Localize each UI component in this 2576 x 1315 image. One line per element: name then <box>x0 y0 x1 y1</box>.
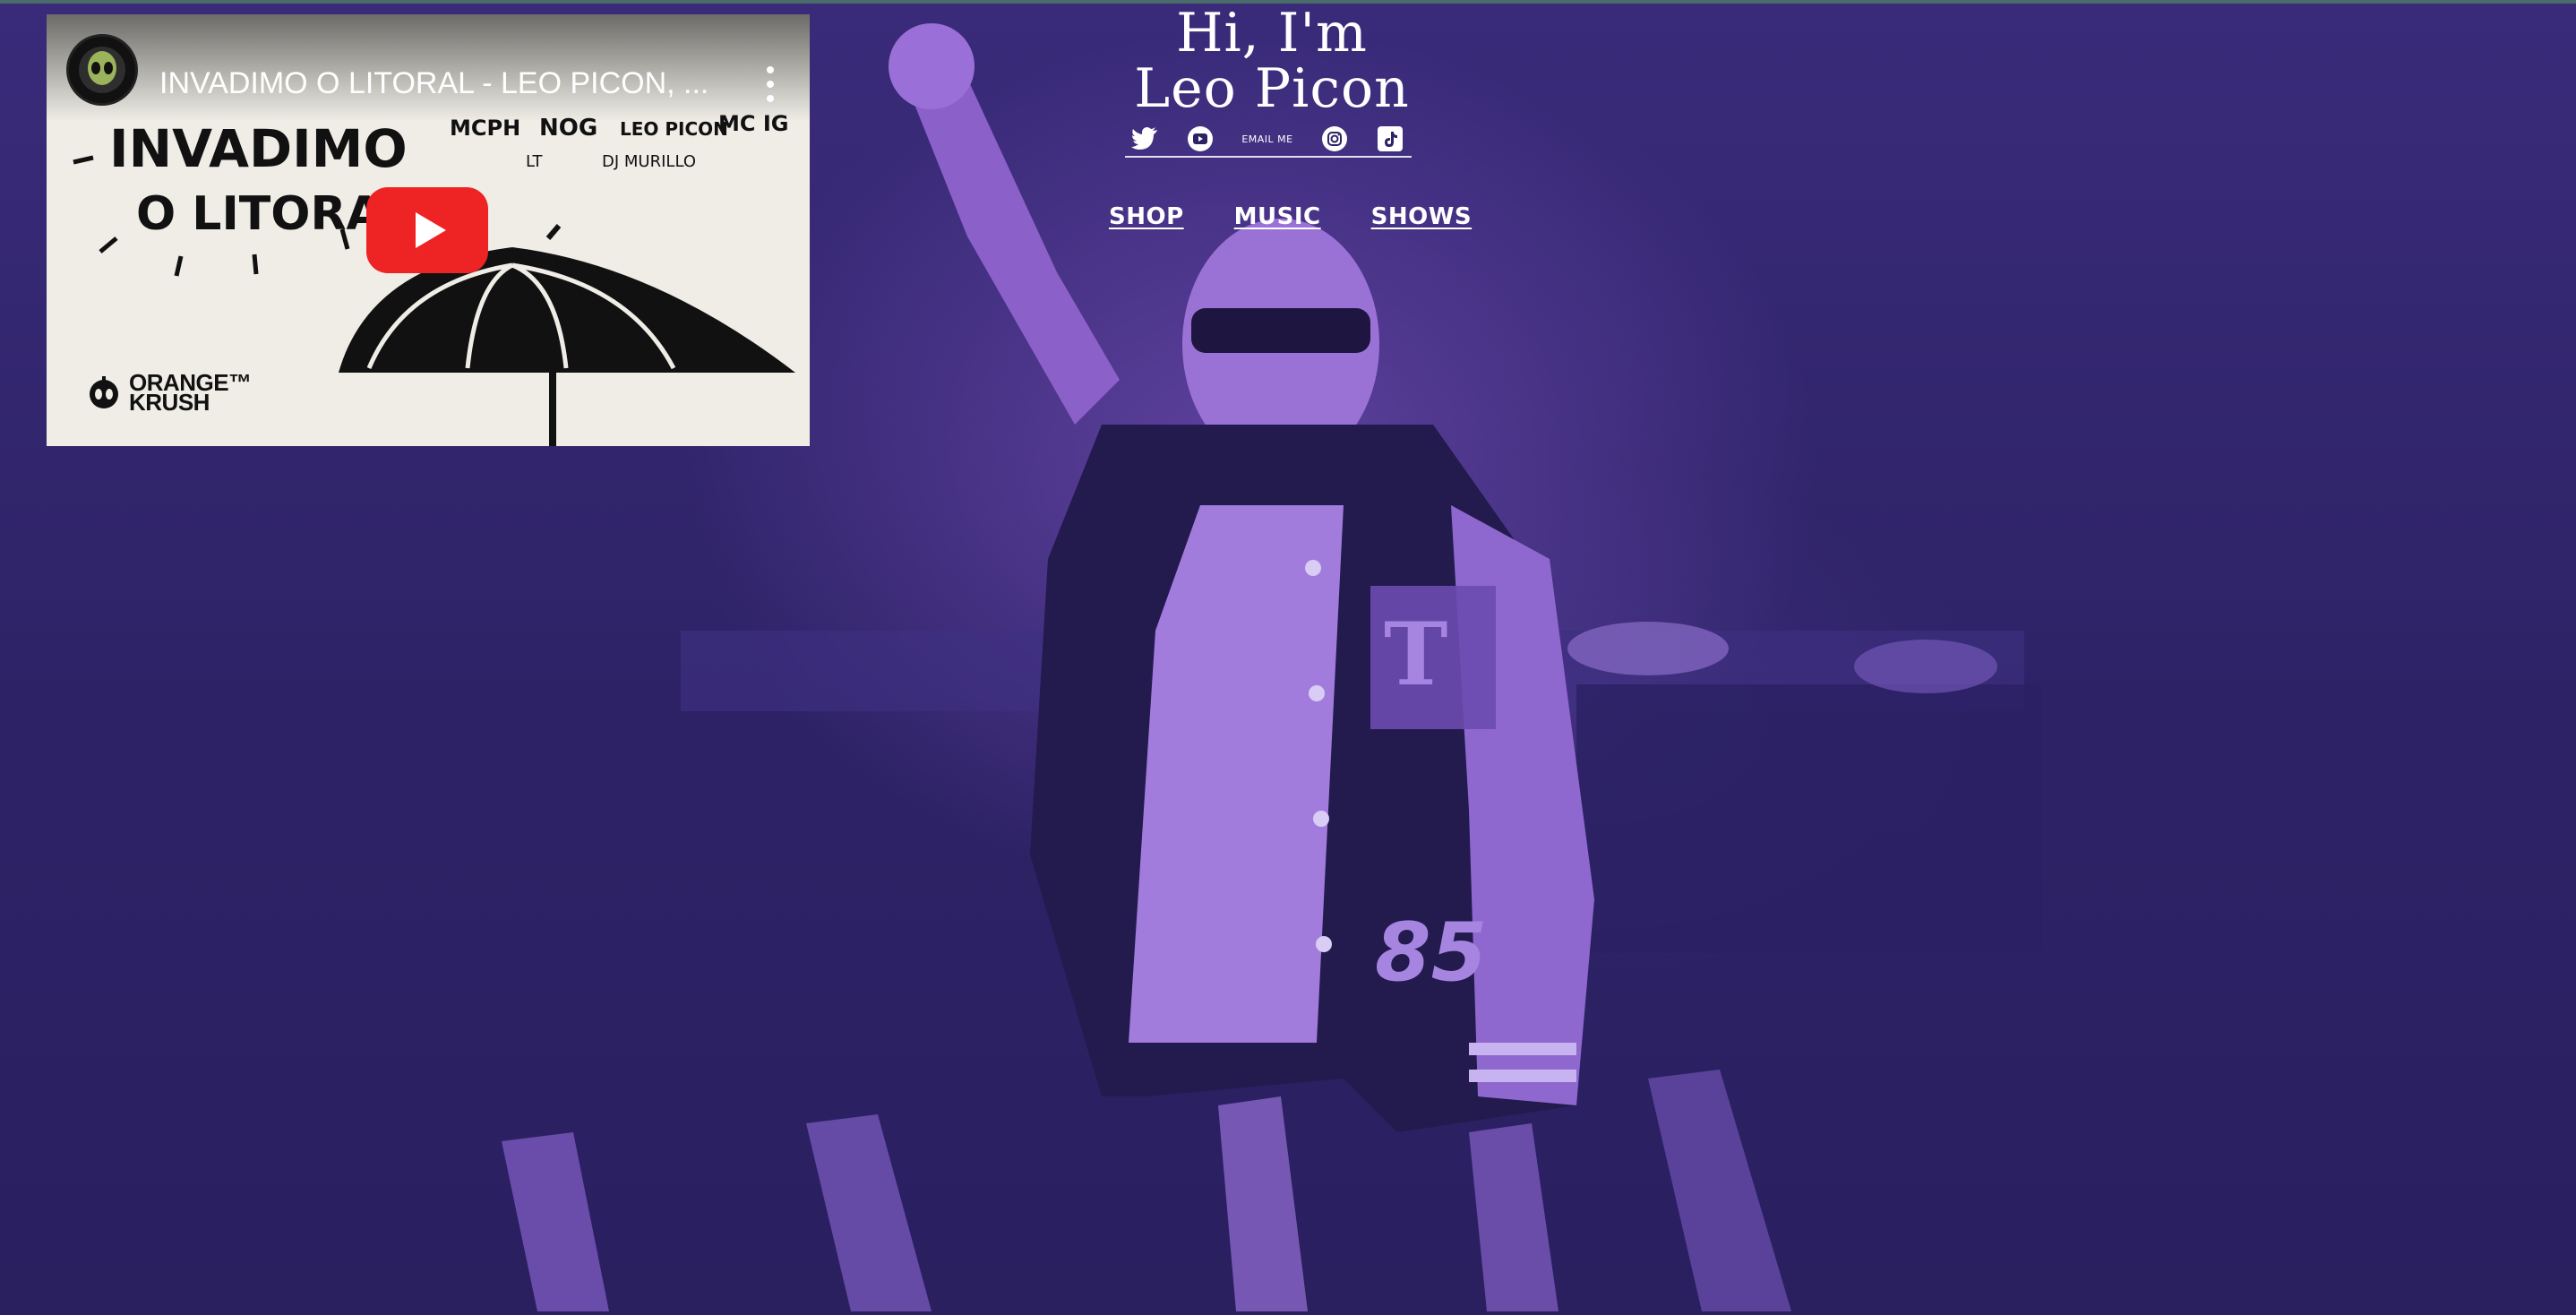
thumbnail-artist-6: DJ MURILLO <box>602 152 696 171</box>
nav-music[interactable]: MUSIC <box>1234 203 1321 230</box>
nav-shows[interactable]: SHOWS <box>1371 203 1473 230</box>
more-dot <box>767 95 774 102</box>
svg-text:T: T <box>1384 604 1447 705</box>
twitter-icon[interactable] <box>1130 125 1159 153</box>
email-link[interactable]: EMAIL ME <box>1241 133 1292 145</box>
play-button[interactable] <box>366 187 488 273</box>
title-line1: Hi, I'm <box>1176 2 1368 64</box>
play-icon <box>416 212 446 248</box>
tiktok-icon[interactable] <box>1376 125 1404 153</box>
more-options-icon[interactable] <box>760 66 781 102</box>
title-line2: Leo Picon <box>1134 57 1410 120</box>
alien-logo-icon <box>90 376 118 408</box>
channel-avatar[interactable] <box>66 34 138 106</box>
thumbnail-artist-5: LT <box>526 152 544 171</box>
orange-krush-logo: ORANGE™ KRUSH <box>88 371 263 414</box>
alien-avatar-icon <box>79 47 125 93</box>
svg-text:85: 85 <box>1375 906 1487 1000</box>
nav-shop[interactable]: SHOP <box>1109 203 1184 230</box>
social-links-bar: EMAIL ME <box>1125 125 1412 158</box>
youtube-video-embed[interactable]: INVADIMO O LITORAL MCPH NOG LEO PICON MC… <box>47 14 810 446</box>
main-nav: SHOP MUSIC SHOWS <box>1096 199 1472 235</box>
page-title: Hi, I'm Leo Picon <box>1057 5 1487 116</box>
video-title[interactable]: INVADIMO O LITORAL - LEO PICON, ... <box>159 66 742 101</box>
more-dot <box>767 81 774 88</box>
instagram-icon[interactable] <box>1320 125 1349 153</box>
thumbnail-main-line1: INVADIMO <box>109 118 408 179</box>
youtube-icon[interactable] <box>1186 125 1215 153</box>
more-dot <box>767 66 774 73</box>
